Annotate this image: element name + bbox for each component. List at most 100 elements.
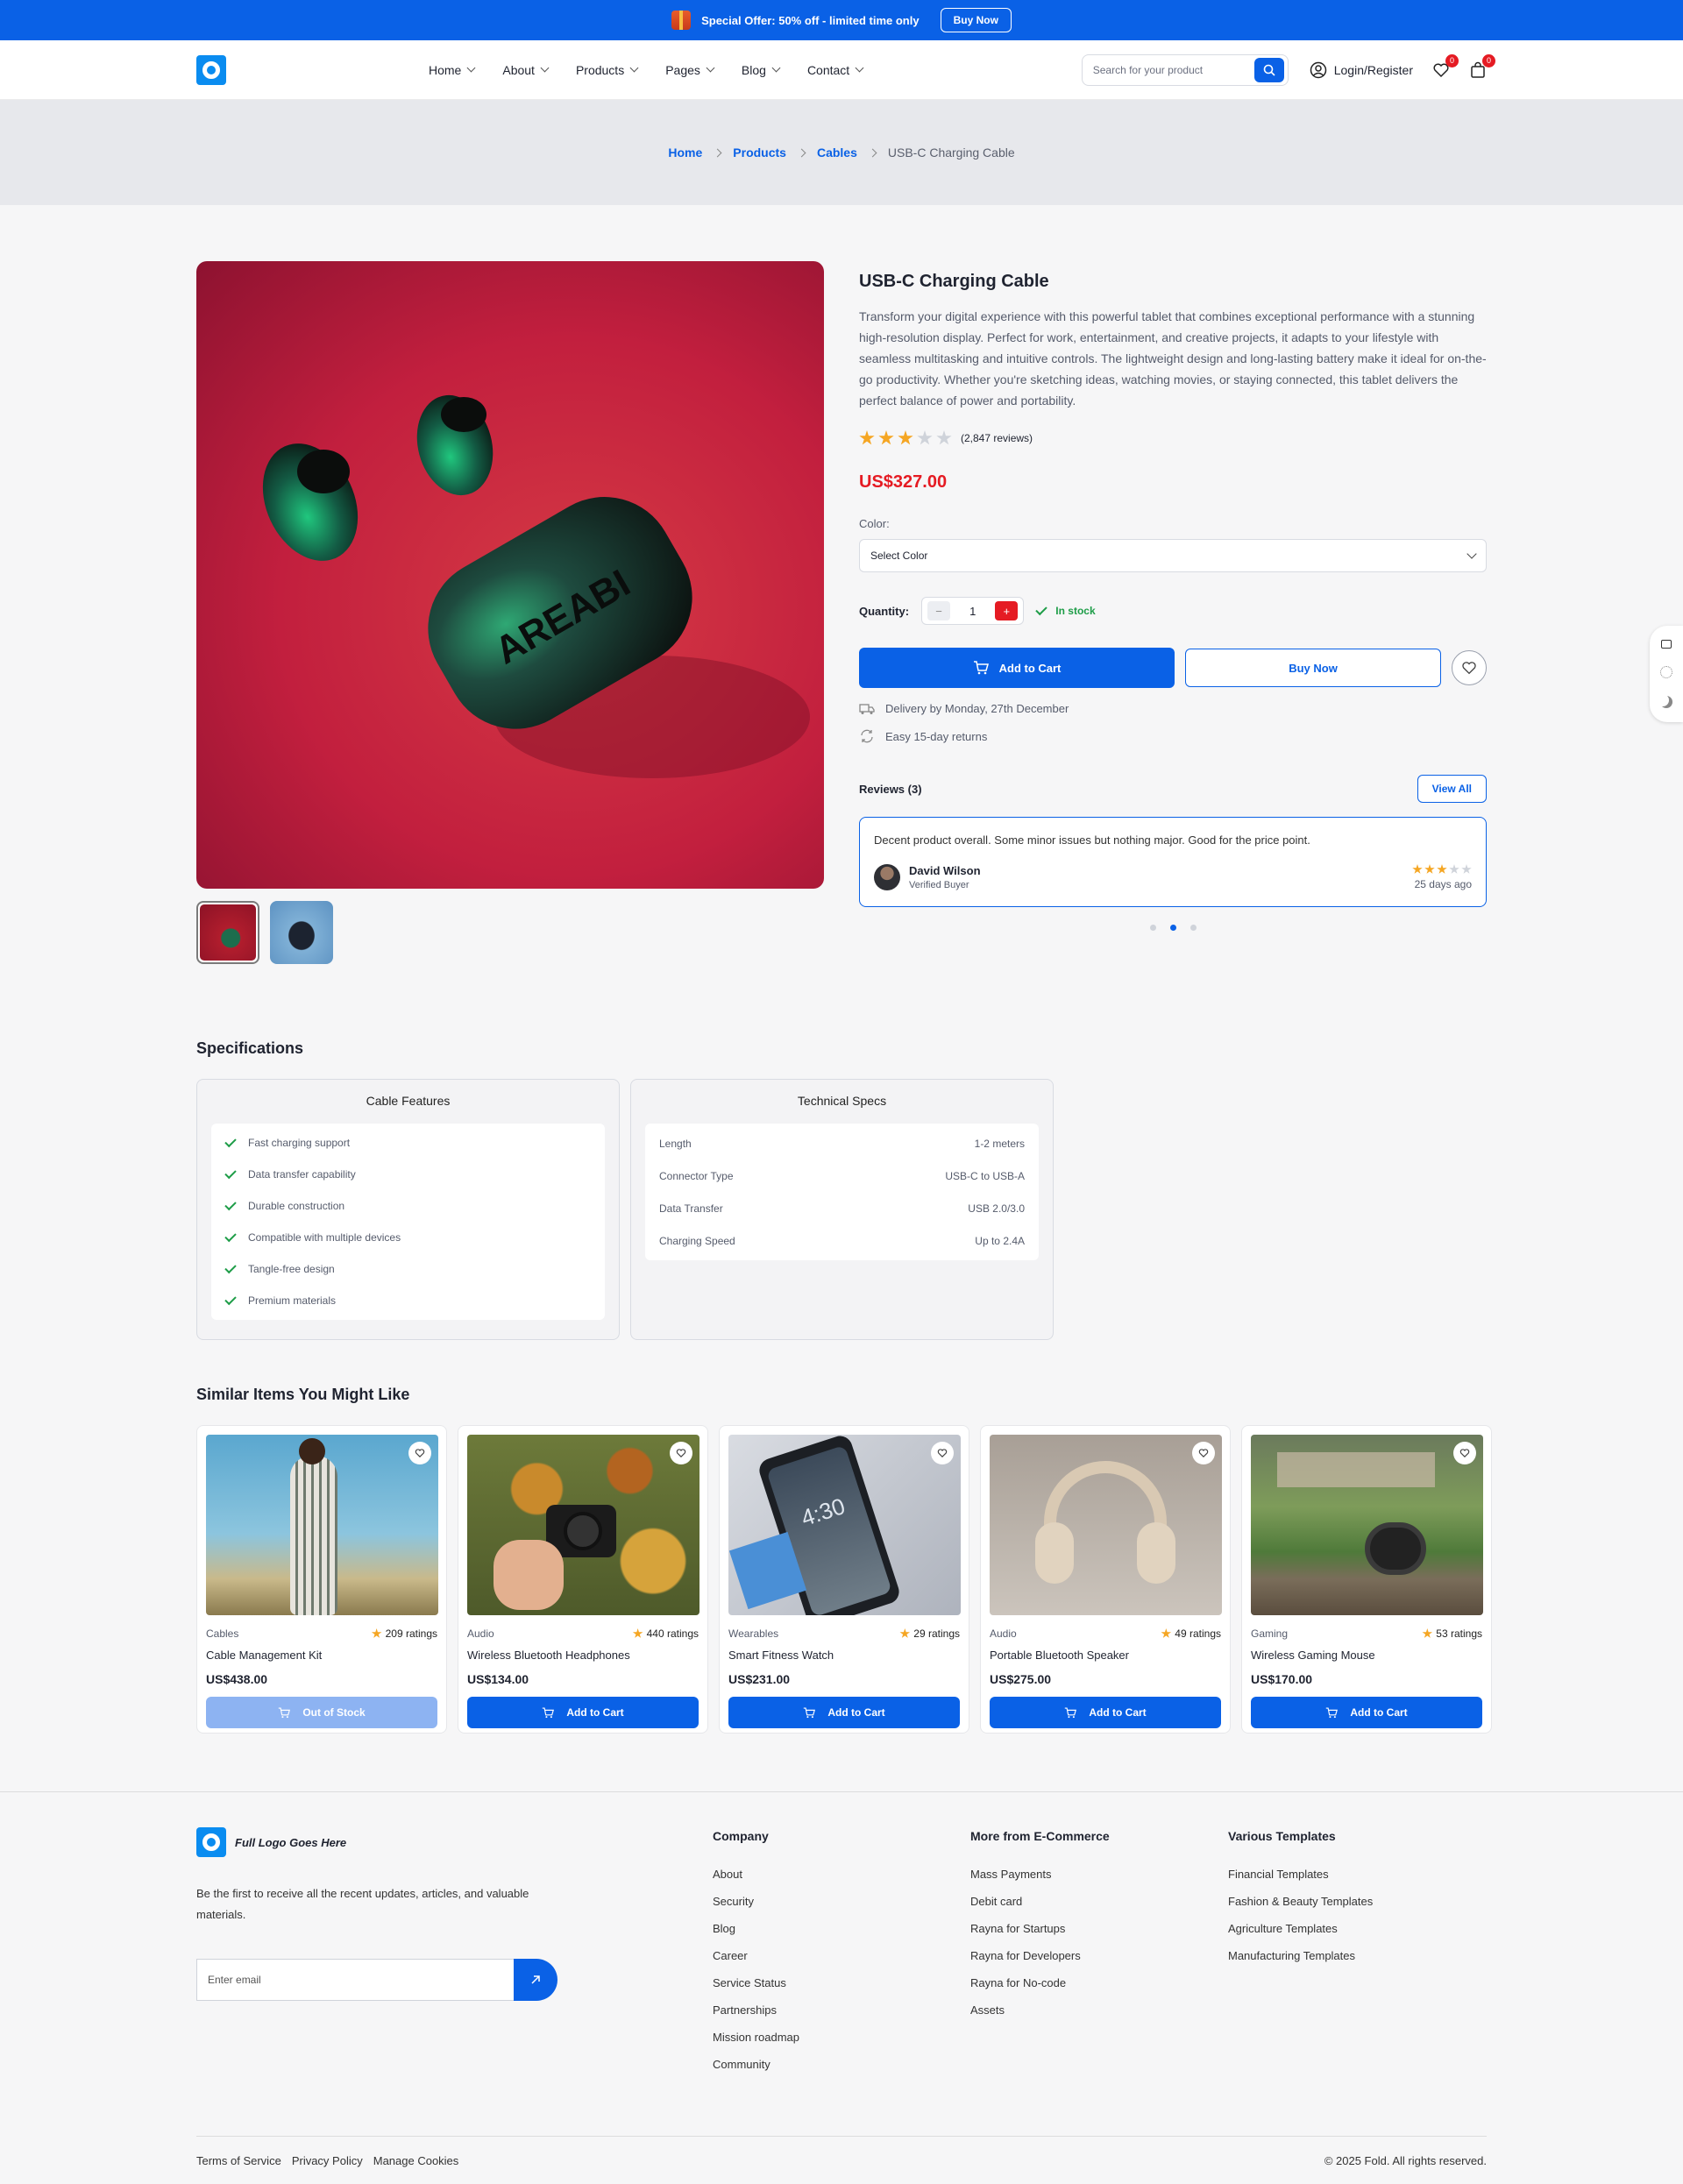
sun-icon[interactable] bbox=[1660, 666, 1672, 678]
buy-now-button[interactable]: Buy Now bbox=[1185, 649, 1441, 687]
breadcrumb-cables[interactable]: Cables bbox=[817, 145, 857, 160]
favorite-button[interactable] bbox=[1453, 1442, 1476, 1464]
breadcrumb-home[interactable]: Home bbox=[668, 145, 702, 160]
email-field[interactable]: Enter email bbox=[196, 1959, 514, 2001]
manage-cookies-link[interactable]: Manage Cookies bbox=[373, 2154, 459, 2167]
moon-icon[interactable] bbox=[1660, 696, 1672, 708]
footer-link[interactable]: Blog bbox=[713, 1922, 970, 1935]
decrement-button[interactable]: − bbox=[927, 601, 951, 620]
footer-link[interactable]: Assets bbox=[970, 2003, 1228, 2017]
terms-link[interactable]: Terms of Service bbox=[196, 2154, 281, 2167]
favorite-button[interactable] bbox=[408, 1442, 431, 1464]
monitor-icon[interactable] bbox=[1661, 640, 1672, 649]
footer-link[interactable]: Mission roadmap bbox=[713, 2031, 970, 2044]
favorite-button[interactable] bbox=[931, 1442, 954, 1464]
login-register-link[interactable]: Login/Register bbox=[1310, 61, 1413, 79]
heart-icon bbox=[415, 1449, 425, 1458]
product-card-image[interactable] bbox=[206, 1435, 438, 1615]
chevron-right-icon bbox=[713, 148, 722, 157]
nav-about[interactable]: About bbox=[502, 63, 548, 77]
footer-link[interactable]: Career bbox=[713, 1949, 970, 1962]
quantity-value[interactable]: 1 bbox=[969, 605, 976, 618]
product-card-image[interactable]: 4:30 bbox=[728, 1435, 961, 1615]
product-card-image[interactable] bbox=[990, 1435, 1222, 1615]
review-date: 25 days ago bbox=[1414, 878, 1472, 890]
color-select[interactable]: Select Color bbox=[859, 539, 1487, 572]
brand-logo[interactable] bbox=[196, 54, 226, 85]
cart-button[interactable]: 0 bbox=[1469, 53, 1495, 79]
breadcrumb-products[interactable]: Products bbox=[733, 145, 786, 160]
product-card[interactable]: Audio 440 ratings Wireless Bluetooth Head… bbox=[458, 1425, 708, 1734]
add-to-cart-button[interactable]: Add to Cart bbox=[990, 1697, 1221, 1728]
product-name[interactable]: Smart Fitness Watch bbox=[728, 1649, 960, 1662]
footer-link[interactable]: Security bbox=[713, 1895, 970, 1908]
cart-count-badge: 0 bbox=[1482, 53, 1495, 67]
carousel-dot[interactable] bbox=[1169, 925, 1176, 931]
footer-link[interactable]: Rayna for No-code bbox=[970, 1976, 1228, 1989]
footer-column-title: Company bbox=[713, 1829, 769, 1843]
add-to-cart-button[interactable]: Add to Cart bbox=[1251, 1697, 1482, 1728]
product-name[interactable]: Cable Management Kit bbox=[206, 1649, 437, 1662]
subscribe-button[interactable] bbox=[514, 1959, 557, 2001]
footer-link[interactable]: Service Status bbox=[713, 1976, 970, 1989]
footer-link[interactable]: Financial Templates bbox=[1228, 1868, 1486, 1881]
footer-link[interactable]: Rayna for Developers bbox=[970, 1949, 1228, 1962]
thumbnail-headphones[interactable] bbox=[270, 901, 333, 964]
nav-home[interactable]: Home bbox=[429, 63, 474, 77]
favorite-button[interactable] bbox=[1192, 1442, 1215, 1464]
footer-logo[interactable]: Full Logo Goes Here bbox=[196, 1827, 713, 1857]
footer-more-column: More from E-Commerce Mass Payments Debit… bbox=[970, 1826, 1228, 2071]
carousel-dot[interactable] bbox=[1149, 925, 1156, 931]
product-name[interactable]: Portable Bluetooth Speaker bbox=[990, 1649, 1221, 1662]
carousel-dot[interactable] bbox=[1189, 925, 1197, 931]
brand-logo-icon bbox=[196, 1827, 226, 1857]
footer-link[interactable]: Fashion & Beauty Templates bbox=[1228, 1895, 1486, 1908]
footer-link[interactable]: Community bbox=[713, 2058, 970, 2071]
search-input[interactable]: Search for your product bbox=[1081, 53, 1289, 86]
check-icon bbox=[224, 1198, 237, 1210]
footer-link[interactable]: Manufacturing Templates bbox=[1228, 1949, 1486, 1962]
add-to-cart-button[interactable]: Add to Cart bbox=[728, 1697, 960, 1728]
footer-link[interactable]: Rayna for Startups bbox=[970, 1922, 1228, 1935]
footer-link[interactable]: Mass Payments bbox=[970, 1868, 1228, 1881]
reviews-header: Reviews (3) View All bbox=[859, 775, 1487, 803]
footer-link[interactable]: About bbox=[713, 1868, 970, 1881]
add-to-cart-button[interactable]: Add to Cart bbox=[467, 1697, 699, 1728]
returns-info: Easy 15-day returns bbox=[859, 729, 1487, 743]
reviews-count[interactable]: (2,847 reviews) bbox=[961, 432, 1033, 444]
nav-products[interactable]: Products bbox=[576, 63, 637, 77]
breadcrumb-current: USB-C Charging Cable bbox=[887, 145, 1015, 160]
favorite-button[interactable] bbox=[670, 1442, 692, 1464]
search-button[interactable] bbox=[1253, 57, 1284, 82]
product-name[interactable]: Wireless Gaming Mouse bbox=[1251, 1649, 1482, 1662]
chevron-right-icon bbox=[797, 148, 806, 157]
spec-value: USB-C to USB-A bbox=[945, 1169, 1025, 1182]
nav-blog[interactable]: Blog bbox=[742, 63, 779, 77]
product-card[interactable]: Audio 49 ratings Portable Bluetooth Speak… bbox=[980, 1425, 1231, 1734]
promo-buy-now-button[interactable]: Buy Now bbox=[940, 8, 1012, 32]
view-all-reviews-button[interactable]: View All bbox=[1417, 775, 1487, 803]
add-to-wishlist-button[interactable] bbox=[1452, 650, 1487, 685]
breadcrumb: Home Products Cables USB-C Charging Cabl… bbox=[0, 100, 1683, 205]
product-name[interactable]: Wireless Bluetooth Headphones bbox=[467, 1649, 699, 1662]
product-card[interactable]: Gaming 53 ratings Wireless Gaming Mouse U… bbox=[1241, 1425, 1492, 1734]
footer-link[interactable]: Agriculture Templates bbox=[1228, 1922, 1486, 1935]
product-ratings: 49 ratings bbox=[1175, 1627, 1221, 1640]
wishlist-button[interactable]: 0 bbox=[1432, 53, 1459, 79]
footer-link[interactable]: Partnerships bbox=[713, 2003, 970, 2017]
product-category: Wearables bbox=[728, 1627, 779, 1640]
increment-button[interactable]: + bbox=[995, 601, 1019, 620]
product-main-image[interactable]: AREABI bbox=[196, 261, 824, 889]
nav-pages[interactable]: Pages bbox=[665, 63, 714, 77]
privacy-link[interactable]: Privacy Policy bbox=[292, 2154, 363, 2167]
product-card[interactable]: 4:30 Wearables 29 ratings Smart Fitness W… bbox=[719, 1425, 969, 1734]
nav-contact[interactable]: Contact bbox=[807, 63, 863, 77]
heart-icon bbox=[676, 1449, 686, 1458]
product-card[interactable]: Cables 209 ratings Cable Management Kit U… bbox=[196, 1425, 447, 1734]
thumbnail-earbuds[interactable] bbox=[196, 901, 259, 964]
footer-link[interactable]: Debit card bbox=[970, 1895, 1228, 1908]
product-card-image[interactable] bbox=[467, 1435, 699, 1615]
product-card-image[interactable] bbox=[1251, 1435, 1483, 1615]
add-to-cart-button[interactable]: Add to Cart bbox=[859, 648, 1175, 688]
cart-icon bbox=[1065, 1706, 1077, 1718]
